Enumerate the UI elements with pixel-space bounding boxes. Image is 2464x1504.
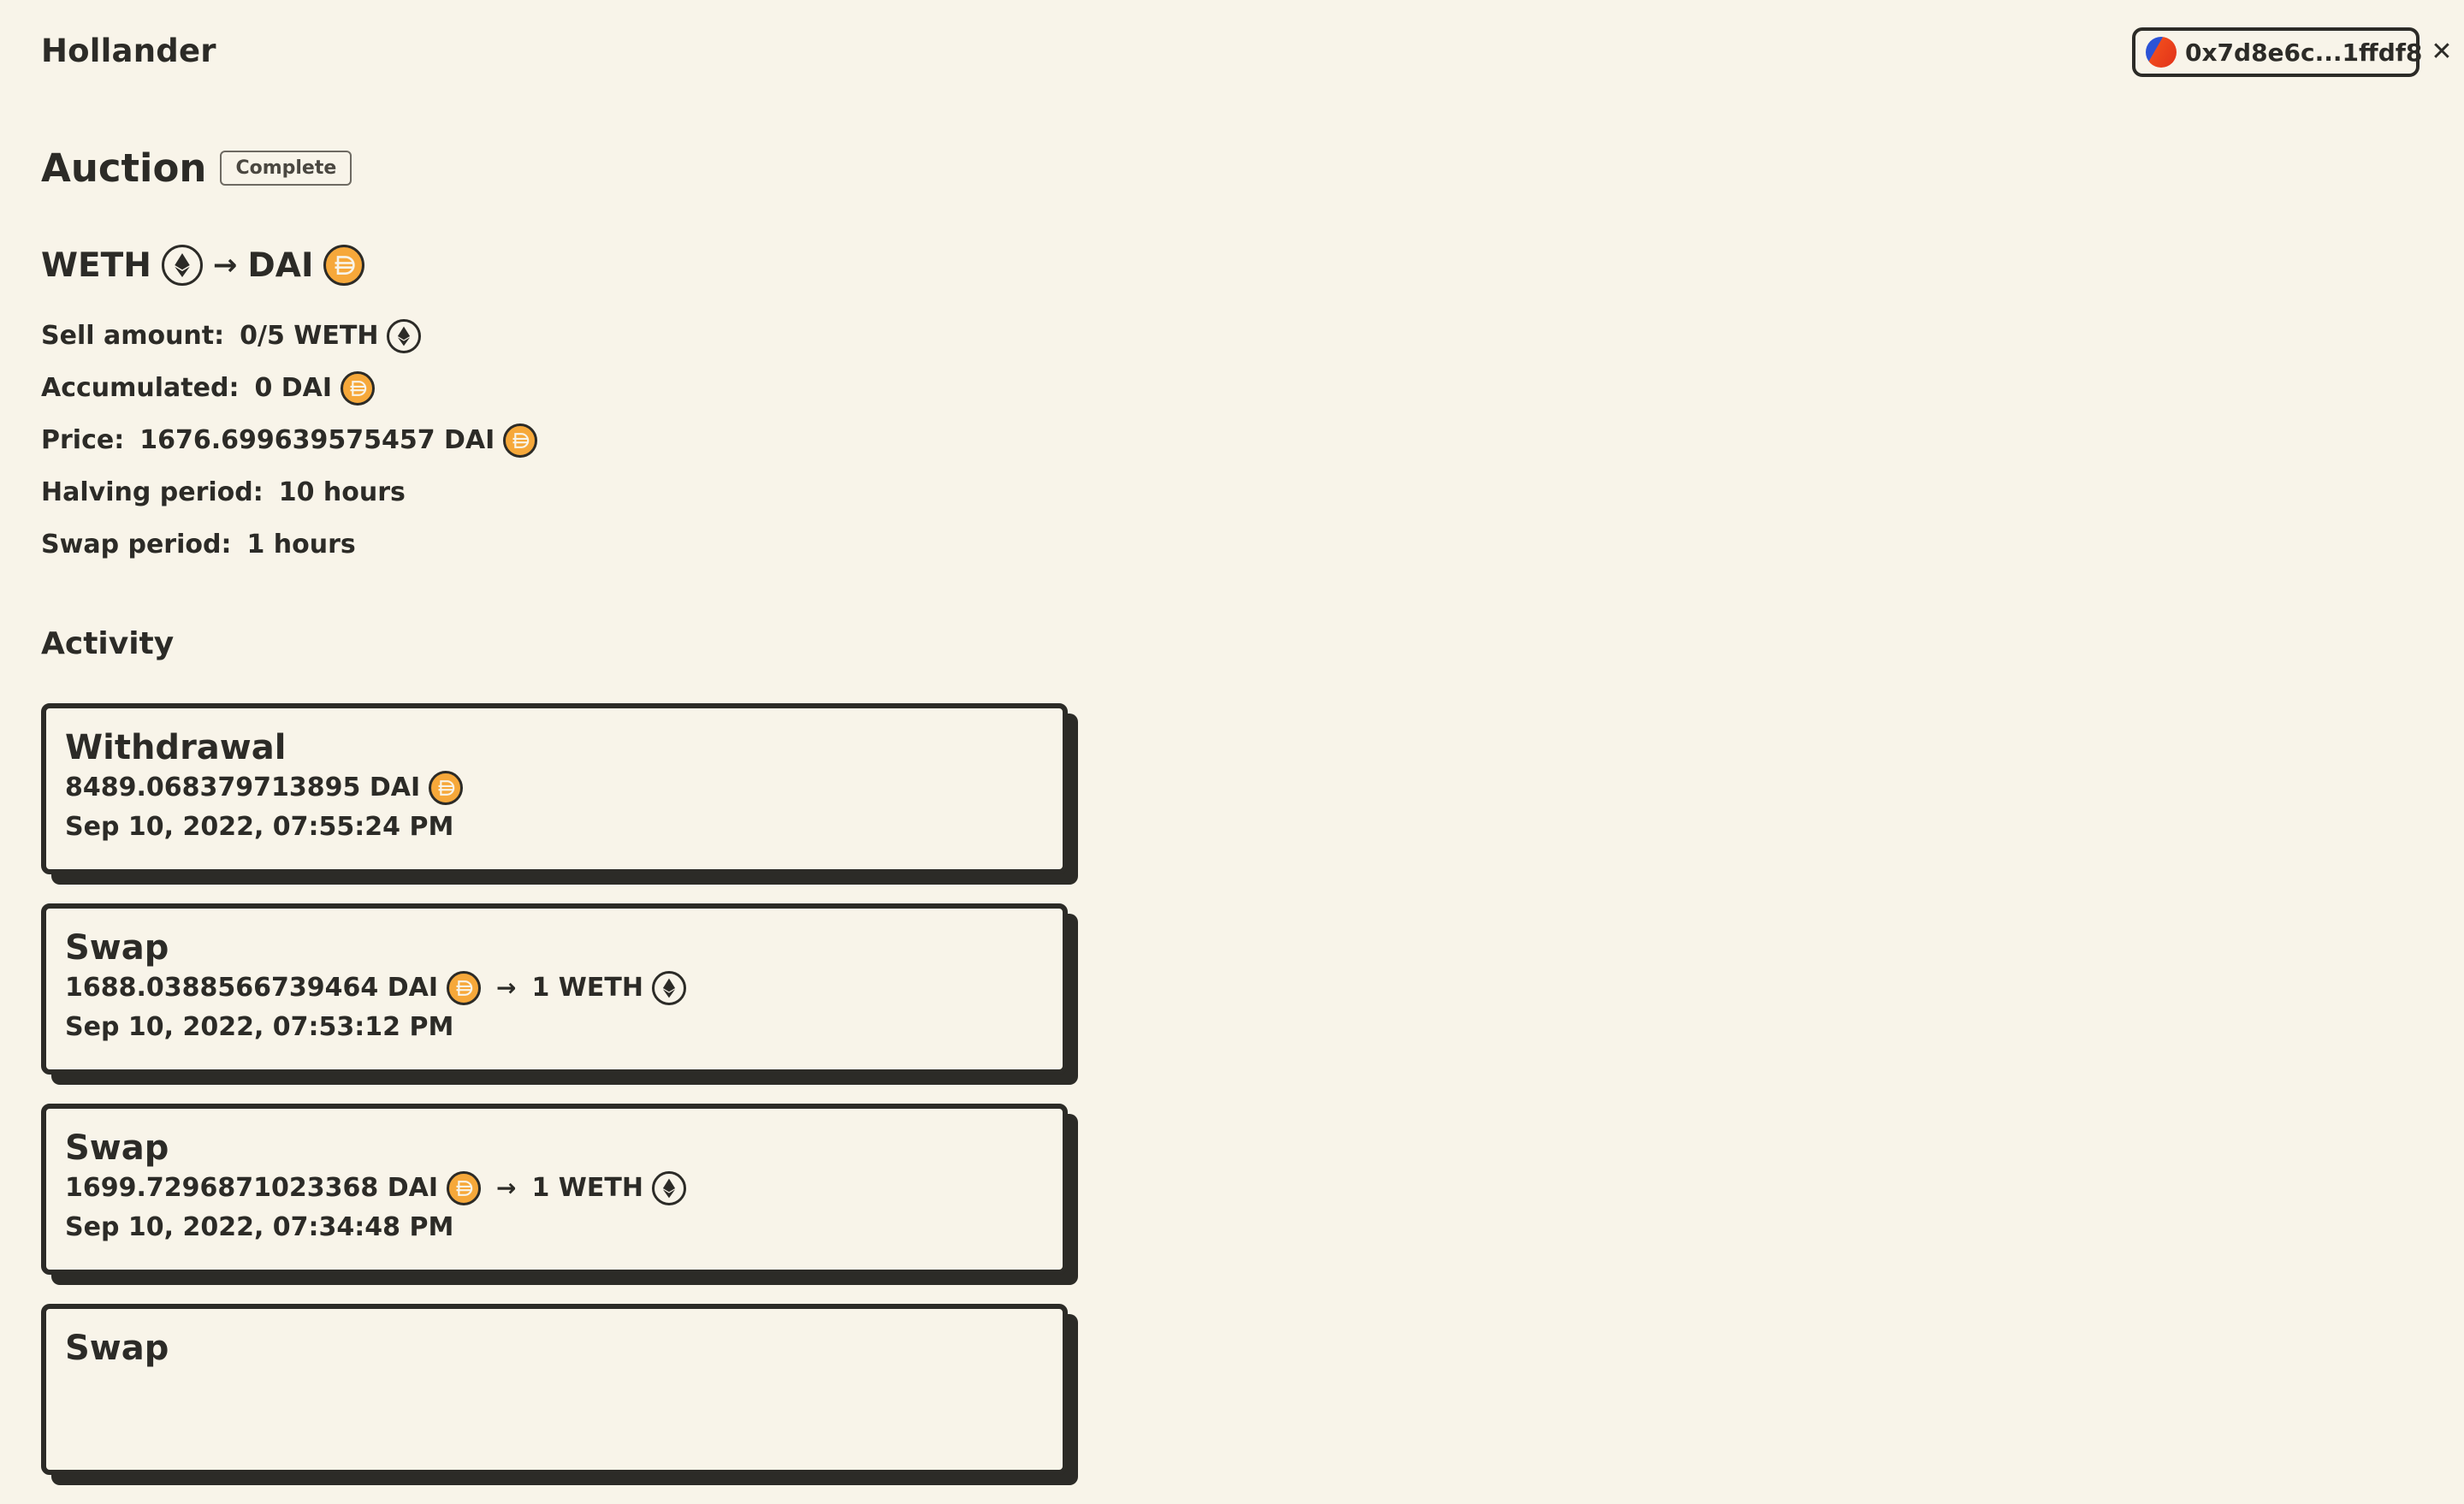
activity-item: Swap 1688.0388566739464 DAI → 1 WETH Sep… bbox=[41, 903, 1078, 1085]
app-title: Hollander bbox=[41, 33, 216, 69]
swap-period-label: Swap period: bbox=[41, 530, 232, 560]
sell-token-symbol: WETH bbox=[41, 246, 151, 285]
activity-card: Swap 1688.0388566739464 DAI → 1 WETH Sep… bbox=[41, 903, 1068, 1075]
activity-item: Withdrawal 8489.068379713895 DAI Sep 10,… bbox=[41, 703, 1078, 885]
arrow-right-icon: → bbox=[495, 1174, 517, 1202]
price-label: Price: bbox=[41, 425, 125, 455]
halving-period-value: 10 hours bbox=[278, 477, 406, 507]
arrow-right-icon: → bbox=[495, 974, 517, 1002]
activity-amount: 1688.0388566739464 DAI → 1 WETH bbox=[65, 968, 1044, 1008]
accumulated-row: Accumulated: 0 DAI bbox=[41, 362, 537, 414]
activity-timestamp: Sep 10, 2022, 07:55:24 PM bbox=[65, 812, 454, 842]
activity-item: Swap 1699.7296871023368 DAI → 1 WETH Sep… bbox=[41, 1104, 1078, 1285]
page-title: Auction bbox=[41, 145, 207, 191]
accumulated-label: Accumulated: bbox=[41, 373, 240, 403]
dai-icon bbox=[323, 245, 365, 286]
activity-item: Swap bbox=[41, 1304, 1078, 1485]
wallet-button[interactable]: 0x7d8e6c...1ffdf8 ✕ bbox=[2132, 27, 2453, 77]
activity-heading: Activity bbox=[41, 626, 175, 661]
swap-period-row: Swap period: 1 hours bbox=[41, 518, 537, 571]
dai-icon bbox=[429, 771, 464, 805]
activity-type: Withdrawal bbox=[65, 728, 287, 767]
activity-list: Withdrawal 8489.068379713895 DAI Sep 10,… bbox=[41, 703, 1078, 1504]
amount-in: 8489.068379713895 DAI bbox=[65, 773, 421, 802]
amount-in: 1688.0388566739464 DAI bbox=[65, 973, 438, 1003]
activity-timestamp: Sep 10, 2022, 07:34:48 PM bbox=[65, 1212, 454, 1242]
eth-icon bbox=[651, 1171, 686, 1205]
wallet-address: 0x7d8e6c...1ffdf8 bbox=[2185, 38, 2423, 67]
avatar bbox=[2146, 37, 2177, 68]
activity-card: Swap bbox=[41, 1304, 1068, 1475]
activity-timestamp: Sep 10, 2022, 07:53:12 PM bbox=[65, 1012, 454, 1042]
eth-icon bbox=[651, 971, 686, 1005]
dai-icon bbox=[446, 971, 481, 1005]
activity-type: Swap bbox=[65, 1128, 169, 1168]
activity-amount: 1699.7296871023368 DAI → 1 WETH bbox=[65, 1169, 1044, 1208]
halving-period-row: Halving period: 10 hours bbox=[41, 466, 537, 518]
price-value: 1676.699639575457 DAI bbox=[139, 425, 495, 455]
amount-in: 1699.7296871023368 DAI bbox=[65, 1173, 438, 1203]
sell-amount-value: 0/5 WETH bbox=[240, 321, 379, 351]
amount-out: 1 WETH bbox=[531, 1173, 643, 1203]
sell-amount-row: Sell amount: 0/5 WETH bbox=[41, 310, 537, 362]
buy-token-symbol: DAI bbox=[247, 246, 314, 285]
activity-card: Swap 1699.7296871023368 DAI → 1 WETH Sep… bbox=[41, 1104, 1068, 1275]
activity-type: Swap bbox=[65, 928, 169, 968]
dai-icon bbox=[341, 370, 376, 406]
activity-type: Swap bbox=[65, 1329, 169, 1368]
amount-out: 1 WETH bbox=[531, 973, 643, 1003]
activity-amount: 8489.068379713895 DAI bbox=[65, 768, 1044, 808]
close-icon[interactable]: ✕ bbox=[2431, 39, 2452, 65]
token-pair: WETH → DAI bbox=[41, 245, 365, 286]
eth-icon bbox=[387, 318, 422, 353]
eth-icon bbox=[161, 245, 203, 286]
dai-icon bbox=[446, 1171, 481, 1205]
status-badge: Complete bbox=[220, 151, 352, 186]
halving-period-label: Halving period: bbox=[41, 477, 264, 507]
activity-card: Withdrawal 8489.068379713895 DAI Sep 10,… bbox=[41, 703, 1068, 874]
price-row: Price: 1676.699639575457 DAI bbox=[41, 414, 538, 466]
auction-heading: Auction Complete bbox=[41, 145, 352, 191]
dai-icon bbox=[503, 423, 538, 458]
accumulated-value: 0 DAI bbox=[254, 373, 333, 403]
sell-amount-label: Sell amount: bbox=[41, 321, 225, 351]
auction-details: Sell amount: 0/5 WETH Accumulated: 0 DAI… bbox=[41, 310, 538, 571]
arrow-right-icon: → bbox=[212, 248, 238, 282]
swap-period-value: 1 hours bbox=[246, 530, 356, 560]
